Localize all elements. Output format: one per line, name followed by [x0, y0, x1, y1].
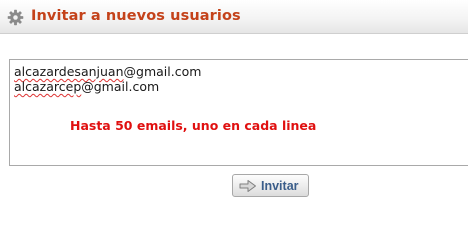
arrow-right-icon: [239, 180, 256, 192]
email-list-textarea[interactable]: alcazardesanjuan@gmail.com alcazarcep@gm…: [9, 59, 468, 166]
email-user: alcazardesanjuan: [14, 64, 124, 79]
email-user: alcazarcep: [14, 79, 82, 94]
panel-title: Invitar a nuevos usuarios: [31, 8, 241, 24]
gear-icon: [7, 9, 24, 26]
email-line: alcazarcep@gmail.com: [14, 79, 464, 94]
invite-button[interactable]: Invitar: [232, 174, 309, 197]
email-domain: @gmail.com: [81, 79, 160, 94]
email-line: alcazardesanjuan@gmail.com: [14, 64, 464, 79]
panel-header: Invitar a nuevos usuarios: [0, 0, 468, 34]
invite-button-label: Invitar: [261, 179, 299, 193]
email-limit-hint: Hasta 50 emails, uno en cada linea: [70, 118, 317, 133]
email-domain: @gmail.com: [123, 64, 202, 79]
